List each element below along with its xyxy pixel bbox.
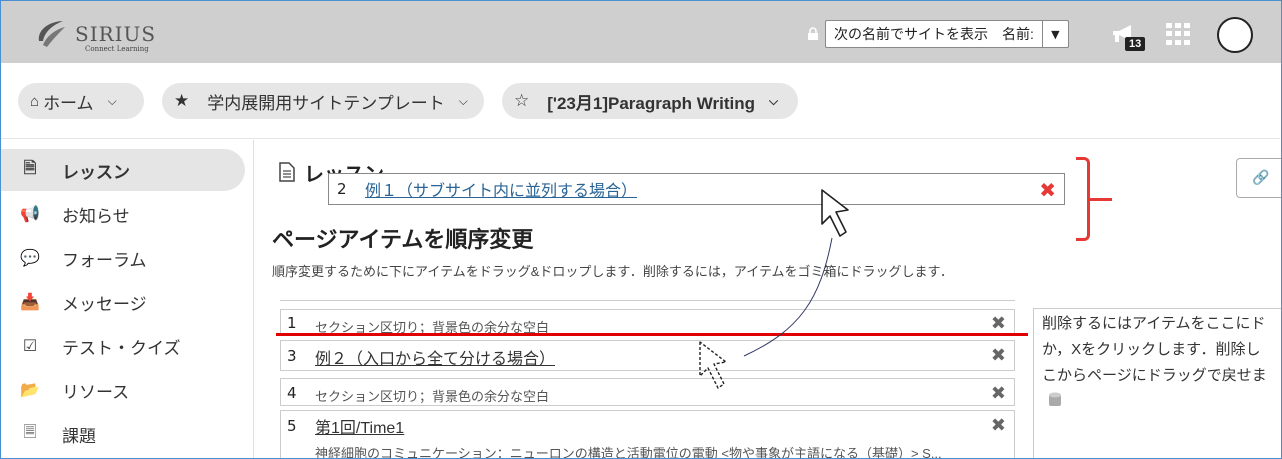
lock-icon bbox=[808, 27, 818, 40]
sirius-logo[interactable]: SIRIUS Connect Learning bbox=[33, 13, 163, 55]
trash-text-line: 削除するにはアイテムをここにド bbox=[1042, 315, 1266, 332]
delete-icon[interactable]: ✖ bbox=[991, 345, 1006, 366]
item-number: 4 bbox=[287, 384, 297, 402]
item-number: 2 bbox=[337, 180, 347, 198]
view-as-select[interactable]: 次の名前でサイトを表示 名前: ▼ bbox=[825, 20, 1069, 48]
megaphone-icon: 📢 bbox=[20, 206, 40, 223]
star-filled-icon: ★ bbox=[174, 91, 190, 110]
user-avatar[interactable] bbox=[1217, 17, 1253, 53]
item-number: 3 bbox=[287, 347, 297, 365]
link-icon: 🔗 bbox=[1252, 170, 1270, 186]
drop-indicator-line bbox=[276, 333, 1028, 336]
sidebar-item-label: レッスン bbox=[62, 162, 130, 182]
breadcrumb-course-label: ['23月1]Paragraph Writing bbox=[547, 93, 756, 113]
trash-drop-zone[interactable]: 削除するにはアイテムをここにド か，Xをクリックします．削除し こからページにド… bbox=[1033, 308, 1282, 459]
link-button[interactable]: 🔗 bbox=[1236, 158, 1282, 198]
divider bbox=[280, 300, 1015, 301]
sidebar-item-label: リソース bbox=[62, 382, 130, 402]
list-item[interactable]: 1 セクション区切り；背景色の余分な空白 ✖ bbox=[280, 309, 1015, 336]
list-item[interactable]: 5 第1回/Time1 ✖ 神経細胞のコミュニケーション：ニューロンの構造と活動… bbox=[280, 410, 1015, 459]
item-link[interactable]: 例２（入口から全て分ける場合） bbox=[315, 345, 555, 369]
logo-subtitle: Connect Learning bbox=[85, 45, 149, 53]
breadcrumb-site[interactable]: ★ 学内展開用サイトテンプレート ⌵ bbox=[162, 83, 484, 119]
sidebar-item-messages[interactable]: 📥 メッセージ bbox=[0, 281, 245, 323]
view-as-label: 次の名前でサイトを表示 名前: bbox=[834, 26, 1034, 42]
item-label: セクション区切り；背景色の余分な空白 bbox=[315, 389, 550, 404]
tool-sidebar: 🗎 レッスン 📢 お知らせ 💬 フォーラム 📥 メッセージ ☑ テスト・クイズ … bbox=[0, 140, 254, 459]
sidebar-item-label: メッセージ bbox=[62, 294, 147, 314]
list-item[interactable]: 4 セクション区切り；背景色の余分な空白 ✖ bbox=[280, 378, 1015, 406]
breadcrumb-home[interactable]: ⌂ ホーム ⌵ bbox=[18, 83, 144, 119]
assignment-icon: 🗏 bbox=[23, 423, 37, 441]
delete-icon[interactable]: ✖ bbox=[991, 383, 1006, 404]
sidebar-item-announcements[interactable]: 📢 お知らせ bbox=[0, 193, 245, 235]
sidebar-item-forums[interactable]: 💬 フォーラム bbox=[0, 237, 245, 279]
item-description: 神経細胞のコミュニケーション：ニューロンの構造と活動電位の電動 <物や事象が主語… bbox=[315, 446, 942, 459]
chat-bubbles-icon: 💬 bbox=[20, 250, 40, 267]
star-outline-icon: ☆ bbox=[514, 91, 530, 110]
trash-icon bbox=[1049, 392, 1061, 406]
item-link[interactable]: 例１（サブサイト内に並列する場合） bbox=[365, 177, 637, 201]
chevron-down-icon: ⌵ bbox=[458, 93, 468, 108]
delete-icon[interactable]: ✖ bbox=[991, 313, 1006, 334]
breadcrumb-course[interactable]: ☆ ['23月1]Paragraph Writing ⌵ bbox=[502, 83, 798, 119]
chevron-down-icon: ⌵ bbox=[769, 93, 779, 108]
breadcrumb-home-label: ホーム bbox=[43, 93, 94, 113]
sidebar-item-label: お知らせ bbox=[62, 206, 130, 226]
checkbox-icon: ☑ bbox=[22, 338, 38, 355]
apps-grid-icon[interactable] bbox=[1166, 23, 1192, 45]
sidebar-item-tests-quizzes[interactable]: ☑ テスト・クイズ bbox=[0, 325, 245, 367]
item-number: 1 bbox=[287, 314, 297, 332]
home-icon: ⌂ bbox=[30, 92, 40, 110]
item-link[interactable]: 第1回/Time1 bbox=[315, 414, 404, 438]
chevron-down-icon: ⌵ bbox=[107, 93, 117, 108]
notifications-button[interactable]: 13 bbox=[1111, 21, 1146, 55]
trash-text-line: か，Xをクリックします．削除し bbox=[1042, 341, 1261, 358]
sidebar-item-label: 課題 bbox=[62, 426, 96, 446]
document-icon: 🗎 bbox=[23, 159, 37, 177]
sidebar-item-lessons[interactable]: 🗎 レッスン bbox=[0, 149, 245, 191]
delete-icon[interactable]: ✖ bbox=[991, 415, 1006, 436]
sidebar-item-assignments[interactable]: 🗏 課題 bbox=[0, 413, 245, 455]
item-number: 5 bbox=[287, 417, 297, 435]
breadcrumb-bar: ⌂ ホーム ⌵ ★ 学内展開用サイトテンプレート ⌵ ☆ ['23月1]Para… bbox=[0, 63, 1280, 139]
inbox-icon: 📥 bbox=[20, 294, 40, 311]
view-as-control: 次の名前でサイトを表示 名前: ▼ bbox=[807, 20, 1069, 48]
dragging-item[interactable]: 2 例１（サブサイト内に並列する場合） ✖ bbox=[328, 173, 1065, 205]
drag-path-line bbox=[743, 237, 833, 357]
document-icon bbox=[279, 162, 295, 182]
top-header: SIRIUS Connect Learning 次の名前でサイトを表示 名前: … bbox=[1, 1, 1281, 63]
notification-badge: 13 bbox=[1125, 37, 1146, 51]
chevron-down-icon[interactable]: ▼ bbox=[1041, 21, 1068, 47]
sidebar-item-label: テスト・クイズ bbox=[62, 338, 181, 358]
folder-icon: 📂 bbox=[20, 382, 40, 399]
sidebar-item-resources[interactable]: 📂 リソース bbox=[0, 369, 245, 411]
reorder-instructions: 順序変更するために下にアイテムをドラッグ&ドロップします．削除するには，アイテム… bbox=[272, 264, 954, 279]
trash-text-line: こからページにドラッグで戻せま bbox=[1042, 367, 1267, 384]
list-item[interactable]: 3 例２（入口から全て分ける場合） ✖ bbox=[280, 340, 1015, 371]
annotation-bracket-tick bbox=[1088, 198, 1112, 201]
breadcrumb-site-label: 学内展開用サイトテンプレート bbox=[207, 93, 445, 113]
delete-icon[interactable]: ✖ bbox=[1039, 178, 1056, 202]
sidebar-item-label: フォーラム bbox=[62, 250, 147, 270]
logo-swirl-icon bbox=[38, 21, 65, 47]
reorder-heading: ページアイテムを順序変更 bbox=[272, 227, 534, 252]
logo-text: SIRIUS bbox=[75, 22, 157, 46]
